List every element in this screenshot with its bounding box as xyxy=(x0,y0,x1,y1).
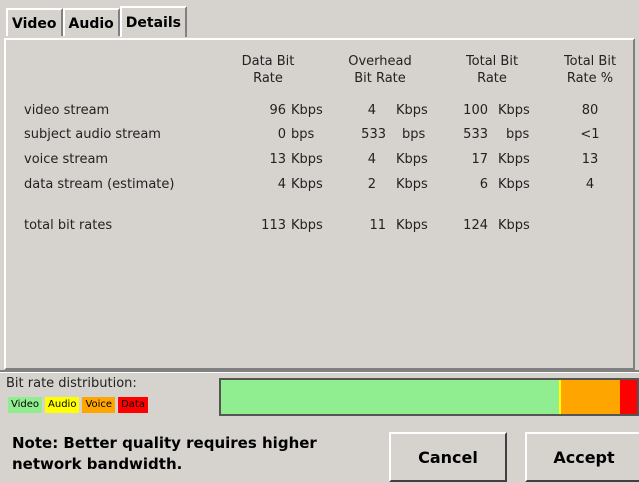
overhead-value: 4 xyxy=(367,152,376,167)
data-unit: Kbps xyxy=(291,218,323,233)
legend-audio: Audio xyxy=(45,397,80,413)
row-label: data stream (estimate) xyxy=(24,177,175,192)
details-panel xyxy=(4,38,635,370)
cancel-button[interactable]: Cancel xyxy=(389,432,507,482)
header-overhead-bit-rate: Overhead Bit Rate xyxy=(348,54,412,86)
data-value: 4 xyxy=(277,177,286,192)
distribution-legend: Video Audio Voice Data xyxy=(8,397,148,413)
overhead-value: 11 xyxy=(369,218,386,233)
distribution-segment-video xyxy=(221,380,560,414)
legend-video: Video xyxy=(8,397,43,413)
data-unit: Kbps xyxy=(291,177,323,192)
header-total-bit-rate-pct: Total Bit Rate % xyxy=(563,54,617,86)
data-value: 113 xyxy=(261,218,286,233)
legend-voice: Voice xyxy=(82,397,116,413)
tab-audio[interactable]: Audio xyxy=(62,8,120,36)
row-label: voice stream xyxy=(24,152,109,167)
total-unit: bps xyxy=(506,127,530,142)
distribution-label: Bit rate distribution: xyxy=(6,376,137,391)
distribution-segment-data xyxy=(620,380,637,414)
pct-value: 80 xyxy=(581,103,599,118)
pct-value: 13 xyxy=(581,152,599,167)
table-row: data stream (estimate) 4 Kbps 2 Kbps 6 K… xyxy=(22,174,622,196)
overhead-unit: Kbps xyxy=(396,177,428,192)
tab-video[interactable]: Video xyxy=(6,8,63,36)
header-data-bit-rate: Data Bit Rate xyxy=(241,54,295,86)
total-unit: Kbps xyxy=(498,103,530,118)
overhead-unit: bps xyxy=(402,127,426,142)
overhead-unit: Kbps xyxy=(396,218,428,233)
pct-value: 4 xyxy=(585,177,595,192)
data-unit: bps xyxy=(291,127,315,142)
table-row: subject audio stream 0 bps 533 bps 533 b… xyxy=(22,124,622,146)
pct-value: <1 xyxy=(580,127,600,142)
total-value: 6 xyxy=(479,177,488,192)
total-value: 17 xyxy=(471,152,488,167)
header-total-bit-rate: Total Bit Rate xyxy=(465,54,519,86)
table-row: voice stream 13 Kbps 4 Kbps 17 Kbps 13 xyxy=(22,149,622,171)
overhead-value: 4 xyxy=(367,103,376,118)
divider-highlight xyxy=(0,372,639,373)
overhead-unit: Kbps xyxy=(396,103,428,118)
legend-data: Data xyxy=(118,397,148,413)
overhead-value: 533 xyxy=(361,127,386,142)
total-unit: Kbps xyxy=(498,152,530,167)
total-unit: Kbps xyxy=(498,218,530,233)
distribution-segment-voice xyxy=(560,380,621,414)
data-unit: Kbps xyxy=(291,103,323,118)
data-value: 96 xyxy=(269,103,286,118)
tab-details[interactable]: Details xyxy=(119,6,187,37)
accept-button[interactable]: Accept xyxy=(525,432,639,482)
table-row: video stream 96 Kbps 4 Kbps 100 Kbps 80 xyxy=(22,100,622,122)
total-value: 100 xyxy=(463,103,488,118)
bandwidth-note: Note: Better quality requires higher net… xyxy=(12,434,317,473)
overhead-unit: Kbps xyxy=(396,152,428,167)
row-label: video stream xyxy=(24,103,110,118)
distribution-bar xyxy=(219,378,639,416)
data-value: 0 xyxy=(277,127,286,142)
overhead-value: 2 xyxy=(367,177,376,192)
totals-row: total bit rates 113 Kbps 11 Kbps 124 Kbp… xyxy=(22,215,622,237)
total-value: 124 xyxy=(463,218,488,233)
total-unit: Kbps xyxy=(498,177,530,192)
tab-bar: Video Audio Details xyxy=(6,6,187,38)
data-unit: Kbps xyxy=(291,152,323,167)
data-value: 13 xyxy=(269,152,286,167)
row-label: total bit rates xyxy=(24,218,113,233)
total-value: 533 xyxy=(463,127,488,142)
row-label: subject audio stream xyxy=(24,127,161,142)
